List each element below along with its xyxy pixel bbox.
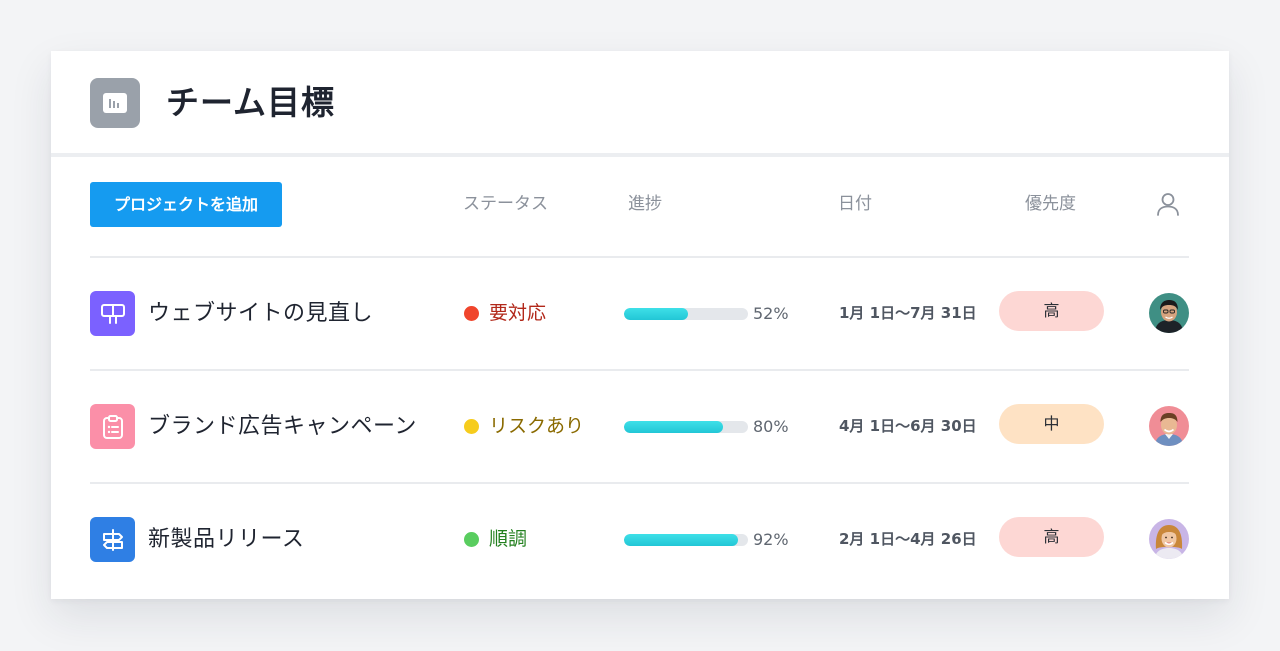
progress-percent: 92% — [753, 530, 789, 549]
project-name[interactable]: 新製品リリース — [148, 517, 304, 562]
avatar[interactable] — [1149, 293, 1189, 333]
progress-bar — [624, 534, 748, 546]
progress-bar — [624, 308, 748, 320]
avatar[interactable] — [1149, 406, 1189, 446]
date-range[interactable]: 4月 1日〜6月 30日 — [839, 404, 977, 449]
table-row[interactable]: ウェブサイトの見直し 要対応 52% 1月 1日〜7月 31日 高 — [51, 258, 1229, 369]
page-title: チーム目標 — [166, 83, 336, 122]
board-icon — [90, 291, 135, 336]
status-label[interactable]: 順調 — [489, 517, 527, 562]
clipboard-icon — [90, 404, 135, 449]
priority-badge[interactable]: 高 — [999, 291, 1104, 331]
priority-badge[interactable]: 高 — [999, 517, 1104, 557]
column-header-status[interactable]: ステータス — [463, 182, 548, 227]
status-label[interactable]: 要対応 — [489, 291, 546, 336]
signpost-icon — [90, 517, 135, 562]
column-header-progress[interactable]: 進捗 — [628, 182, 662, 227]
progress-percent: 52% — [753, 304, 789, 323]
table-row[interactable]: ブランド広告キャンペーン リスクあり 80% 4月 1日〜6月 30日 中 — [51, 371, 1229, 482]
project-name[interactable]: ブランド広告キャンペーン — [148, 404, 417, 449]
date-range[interactable]: 2月 1日〜4月 26日 — [839, 517, 977, 562]
team-goals-card: チーム目標 プロジェクトを追加 ステータス 進捗 日付 優先度 ウェブサイトの見… — [51, 51, 1229, 599]
status-dot — [464, 419, 479, 434]
status-dot — [464, 532, 479, 547]
bar-chart-icon — [90, 78, 140, 128]
progress-fill — [624, 308, 689, 320]
progress-percent: 80% — [753, 417, 789, 436]
add-project-button[interactable]: プロジェクトを追加 — [90, 182, 282, 227]
user-icon[interactable] — [1155, 191, 1181, 217]
table-row[interactable]: 新製品リリース 順調 92% 2月 1日〜4月 26日 高 — [51, 484, 1229, 595]
progress-fill — [624, 534, 739, 546]
project-name[interactable]: ウェブサイトの見直し — [148, 291, 373, 336]
avatar[interactable] — [1149, 519, 1189, 559]
column-header-priority[interactable]: 優先度 — [1025, 182, 1076, 227]
priority-badge[interactable]: 中 — [999, 404, 1104, 444]
progress-fill — [624, 421, 724, 433]
date-range[interactable]: 1月 1日〜7月 31日 — [839, 291, 977, 336]
card-header: チーム目標 — [51, 51, 1229, 157]
column-header-date[interactable]: 日付 — [838, 182, 872, 227]
status-dot — [464, 306, 479, 321]
status-label[interactable]: リスクあり — [489, 404, 584, 449]
progress-bar — [624, 421, 748, 433]
